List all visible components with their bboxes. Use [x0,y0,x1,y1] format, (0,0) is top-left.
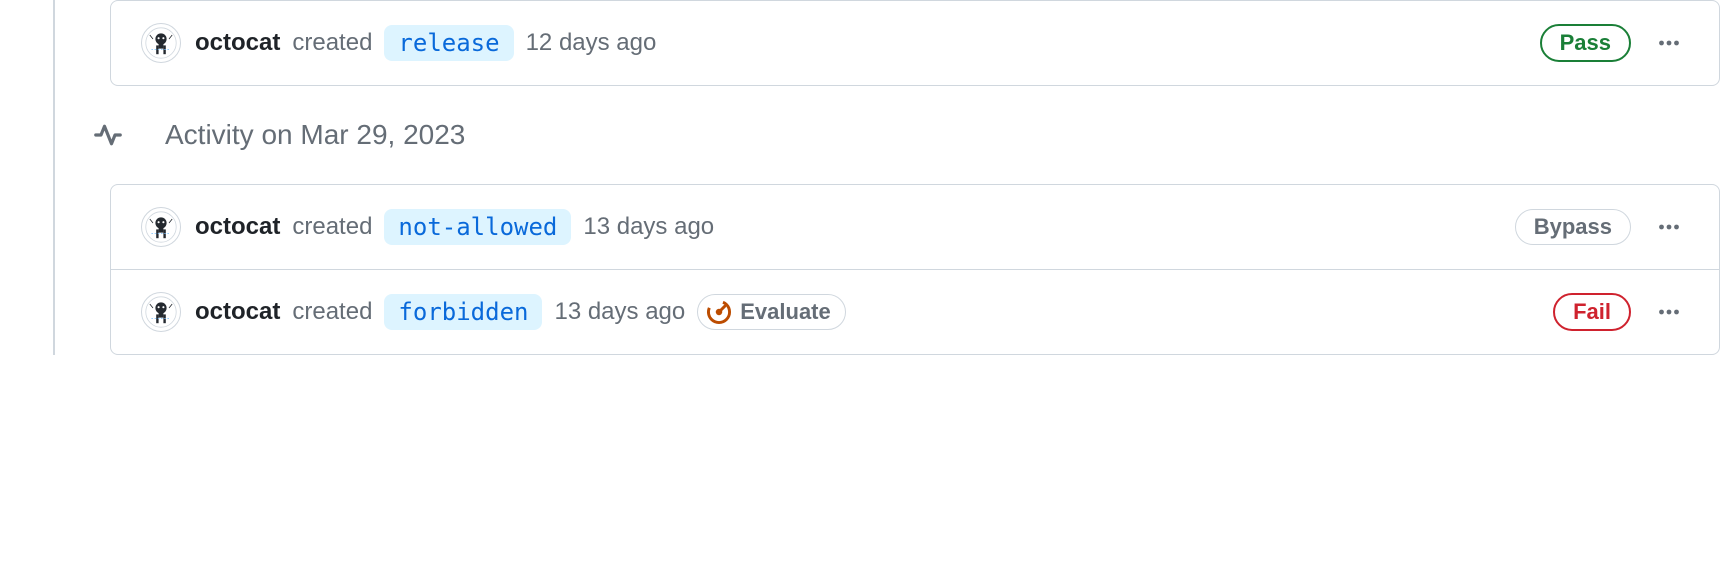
more-actions-button[interactable] [1649,207,1689,247]
branch-label[interactable]: forbidden [384,294,542,330]
action-verb: created [292,29,372,57]
octocat-icon [145,296,177,328]
status-badge: Pass [1540,24,1631,62]
activity-group: octocat created release 12 days ago Pass [110,0,1720,86]
evaluate-label: Evaluate [740,299,831,325]
branch-label[interactable]: release [384,25,513,61]
kebab-horizontal-icon [1657,31,1681,55]
octocat-icon [145,211,177,243]
evaluate-badge[interactable]: Evaluate [697,294,846,330]
branch-label[interactable]: not-allowed [384,209,571,245]
octocat-icon [145,27,177,59]
activity-row[interactable]: octocat created forbidden 13 days ago Ev… [111,269,1719,354]
username[interactable]: octocat [195,29,280,57]
timestamp: 13 days ago [554,298,685,326]
date-heading: Activity on Mar 29, 2023 [165,119,465,151]
timestamp: 13 days ago [583,213,714,241]
gauge-icon [706,299,732,325]
avatar[interactable] [141,292,181,332]
action-verb: created [292,298,372,326]
activity-group: octocat created not-allowed 13 days ago … [110,184,1720,355]
avatar[interactable] [141,207,181,247]
avatar[interactable] [141,23,181,63]
more-actions-button[interactable] [1649,292,1689,332]
date-marker: Activity on Mar 29, 2023 [55,118,1720,152]
activity-row[interactable]: octocat created release 12 days ago Pass [111,1,1719,85]
kebab-horizontal-icon [1657,215,1681,239]
timestamp: 12 days ago [526,29,657,57]
kebab-horizontal-icon [1657,300,1681,324]
activity-text: octocat created forbidden 13 days ago Ev… [195,294,1539,330]
username[interactable]: octocat [195,298,280,326]
status-badge: Fail [1553,293,1631,331]
username[interactable]: octocat [195,213,280,241]
pulse-icon [91,118,125,152]
activity-text: octocat created release 12 days ago [195,25,1526,61]
activity-row[interactable]: octocat created not-allowed 13 days ago … [111,185,1719,269]
more-actions-button[interactable] [1649,23,1689,63]
timeline-line [53,0,55,355]
action-verb: created [292,213,372,241]
status-badge: Bypass [1515,209,1631,245]
activity-text: octocat created not-allowed 13 days ago [195,209,1501,245]
